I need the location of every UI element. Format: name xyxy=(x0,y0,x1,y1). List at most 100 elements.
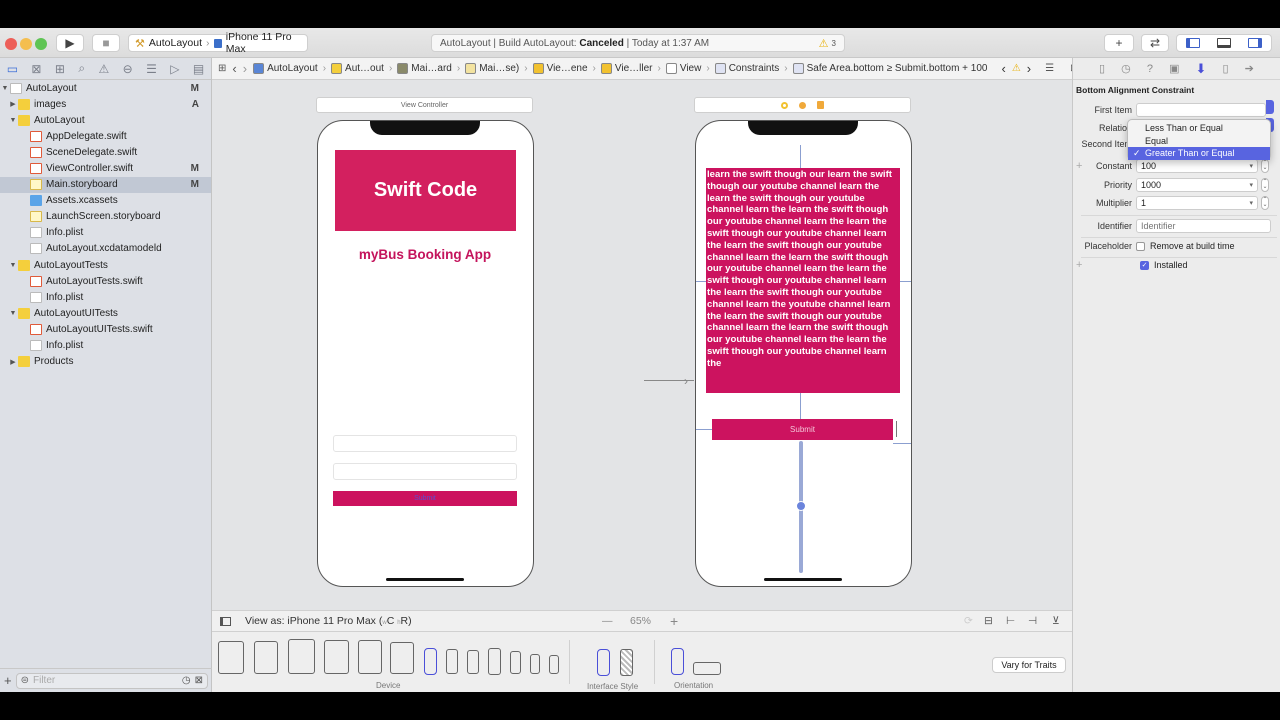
attributes-inspector-icon[interactable]: ⬇ xyxy=(1196,61,1207,77)
minimize-window-button[interactable] xyxy=(20,38,32,50)
file-tree-item[interactable]: AppDelegate.swift xyxy=(0,128,211,144)
submit-button[interactable]: Submit xyxy=(333,491,517,506)
landscape-option[interactable] xyxy=(693,662,721,675)
portrait-option[interactable] xyxy=(671,648,684,675)
file-tree-item[interactable]: AutoLayoutUITests.swift xyxy=(0,321,211,337)
scheme-selector[interactable]: ⚒ AutoLayout › iPhone 11 Pro Max xyxy=(128,31,308,55)
toggle-debug-area-icon[interactable] xyxy=(1216,38,1231,48)
align-icon[interactable]: ⊢ xyxy=(1006,615,1015,627)
device-ipad-5[interactable] xyxy=(358,640,382,674)
vertical-spacing-constraint[interactable] xyxy=(800,393,801,419)
breadcrumb-item[interactable]: Constraints xyxy=(714,63,779,74)
disclosure-triangle-icon[interactable]: ▼ xyxy=(8,262,18,269)
constant-stepper[interactable]: ⌃ ⌄ xyxy=(1261,159,1269,173)
stop-button[interactable]: ■ xyxy=(92,34,120,52)
breadcrumb-item[interactable]: Vie…ller xyxy=(600,63,653,74)
scene-dock-second[interactable] xyxy=(694,97,911,113)
file-tree-item[interactable]: AutoLayout.xcdatamodeld xyxy=(0,241,211,257)
text-field-2[interactable] xyxy=(333,463,517,480)
multiplier-field[interactable]: 1 ▾ xyxy=(1136,196,1258,210)
zoom-window-button[interactable] xyxy=(35,38,47,50)
constraint-handle[interactable] xyxy=(796,501,806,511)
add-variation-icon[interactable]: + xyxy=(1076,259,1082,271)
file-inspector-icon[interactable]: ▯ xyxy=(1099,62,1105,75)
disclosure-triangle-icon[interactable]: ▼ xyxy=(8,310,18,317)
find-navigator-icon[interactable]: ⌕ xyxy=(78,61,85,76)
connections-inspector-icon[interactable]: ➔ xyxy=(1245,62,1254,75)
add-variation-icon[interactable]: + xyxy=(1076,160,1082,172)
forward-button[interactable]: › xyxy=(243,61,247,76)
submit-leading-constraint[interactable] xyxy=(696,429,712,430)
history-inspector-icon[interactable]: ◷ xyxy=(1121,62,1131,75)
app-title-label[interactable]: myBus Booking App xyxy=(318,247,532,262)
embed-in-icon[interactable]: ⊟ xyxy=(984,615,993,627)
identity-inspector-icon[interactable]: ▣ xyxy=(1169,62,1179,75)
identifier-input[interactable] xyxy=(1136,219,1271,233)
code-review-button[interactable]: ⇄ xyxy=(1141,34,1169,52)
source-control-icon[interactable]: ⊠ xyxy=(31,62,41,76)
device-iphone-2[interactable] xyxy=(446,649,458,674)
dark-style-option[interactable] xyxy=(620,649,633,676)
file-tree-item[interactable]: ▼ AutoLayoutUITests xyxy=(0,305,211,321)
file-tree-item[interactable]: ViewController.swift M xyxy=(0,160,211,176)
next-issue-icon[interactable]: › xyxy=(1027,61,1031,76)
view-controller-icon[interactable] xyxy=(781,101,788,109)
file-tree-item[interactable]: Assets.xcassets xyxy=(0,193,211,209)
dropdown-icon[interactable]: ▾ xyxy=(1249,181,1253,189)
device-ipad-6[interactable] xyxy=(390,642,414,674)
breadcrumb-item[interactable]: Vie…ene xyxy=(532,63,588,74)
resolve-issues-icon[interactable]: ⊻ xyxy=(1052,615,1060,627)
file-tree-item[interactable]: Info.plist xyxy=(0,289,211,305)
file-tree-item[interactable]: ▶ images A xyxy=(0,96,211,112)
disclosure-triangle-icon[interactable]: ▶ xyxy=(8,358,18,366)
height-constraint[interactable] xyxy=(896,421,897,437)
submit-button-selected[interactable]: Submit xyxy=(712,419,893,440)
view-as-label[interactable]: View as: iPhone 11 Pro Max (wC hR) xyxy=(245,615,412,627)
toggle-navigator-icon[interactable] xyxy=(1185,38,1200,48)
leading-constraint[interactable] xyxy=(696,281,706,282)
file-tree-item[interactable]: LaunchScreen.storyboard xyxy=(0,209,211,225)
file-tree-item[interactable]: ▼ AutoLayoutTests xyxy=(0,257,211,273)
file-tree-item[interactable]: Info.plist xyxy=(0,225,211,241)
debug-navigator-icon[interactable]: ☰ xyxy=(146,62,157,76)
breadcrumb-item[interactable]: View xyxy=(665,63,701,74)
quick-help-icon[interactable]: ? xyxy=(1147,63,1153,75)
zoom-in-button[interactable]: + xyxy=(670,613,678,629)
second-scene[interactable]: learn the swift though our learn the swi… xyxy=(695,120,912,587)
toggle-inspector-icon[interactable] xyxy=(1248,38,1263,48)
device-iphone-11-pro-max[interactable] xyxy=(424,648,437,675)
warnings-indicator[interactable]: ⚠ 3 xyxy=(819,37,836,50)
swift-code-label[interactable]: Swift Code xyxy=(335,150,516,231)
add-constraints-icon[interactable]: ⊣ xyxy=(1028,615,1037,627)
constant-field[interactable]: 100 ▾ xyxy=(1136,159,1258,173)
priority-field[interactable]: 1000 ▾ xyxy=(1136,178,1258,192)
scene-dock-view-controller[interactable]: View Controller xyxy=(316,97,533,113)
file-tree-item[interactable]: ▶ Products xyxy=(0,354,211,370)
file-tree-item[interactable]: Info.plist xyxy=(0,338,211,354)
breakpoint-navigator-icon[interactable]: ▷ xyxy=(170,62,179,76)
menu-item[interactable]: ✓ Greater Than or Equal xyxy=(1128,147,1270,160)
view-controller-scene[interactable]: Swift Code myBus Booking App Submit xyxy=(317,120,534,587)
breadcrumb-item[interactable]: Aut…out xyxy=(331,63,384,74)
file-tree-item[interactable]: ▼ AutoLayout xyxy=(0,112,211,128)
storyboard-canvas[interactable]: View Controller Swift Code myBus Booking… xyxy=(212,80,1072,610)
filter-input[interactable]: ⊜ Filter ◷ ⊠ xyxy=(15,672,208,689)
related-items-icon[interactable]: ⊞ xyxy=(218,63,226,74)
device-iphone-7[interactable] xyxy=(549,655,559,674)
menu-item[interactable]: Less Than or Equal xyxy=(1128,122,1270,135)
top-constraint[interactable] xyxy=(800,145,801,168)
disclosure-triangle-icon[interactable]: ▶ xyxy=(8,100,18,108)
device-iphone-4[interactable] xyxy=(488,648,501,675)
device-ipad-3[interactable] xyxy=(288,639,315,674)
remove-at-build-checkbox[interactable] xyxy=(1136,241,1145,251)
back-button[interactable]: ‹ xyxy=(232,61,236,76)
editor-options-icon[interactable]: ☰ xyxy=(1045,63,1054,74)
file-tree-item[interactable]: Main.storyboard M xyxy=(0,176,211,193)
device-iphone-6[interactable] xyxy=(530,654,540,674)
dropdown-icon[interactable]: ▾ xyxy=(1249,199,1253,207)
first-item-field[interactable] xyxy=(1136,103,1266,117)
warning-icon[interactable]: ⚠ xyxy=(1012,63,1021,74)
breadcrumb-item[interactable]: Safe Area.bottom ≥ Submit.bottom + 100 xyxy=(792,63,987,74)
submit-trailing-constraint[interactable] xyxy=(893,443,911,444)
long-text-label[interactable]: learn the swift though our learn the swi… xyxy=(706,168,900,393)
